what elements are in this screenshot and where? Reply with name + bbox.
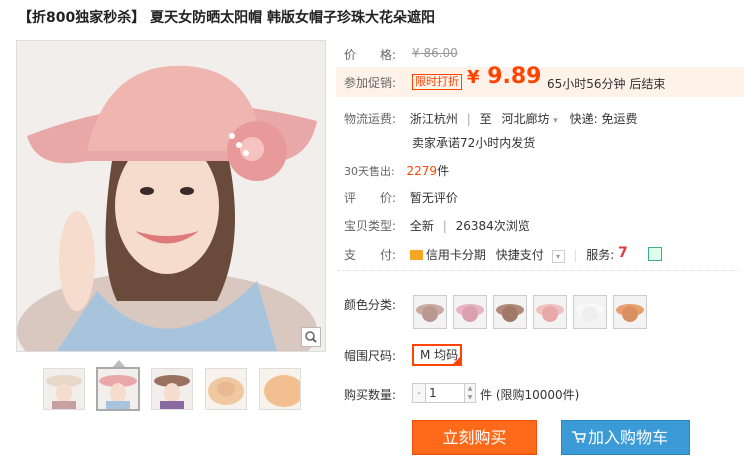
price-label: 价 格: <box>344 48 397 62</box>
credit-card-icon <box>409 250 423 260</box>
selected-check-icon <box>452 356 461 365</box>
payment-row: 支 付: 信用卡分期 快捷支付 ▾ | 服务: <box>344 248 615 263</box>
promo-price: ¥ 9.89 <box>467 64 542 89</box>
thumbnail-1[interactable] <box>43 368 85 410</box>
quantity-input[interactable]: 1 <box>429 384 437 402</box>
promo-tag-badge: 限时打折 <box>412 74 462 90</box>
view-count: 26384次浏览 <box>455 219 530 233</box>
buy-now-button[interactable]: 立刻购买 <box>412 420 537 455</box>
shipping-promise: 卖家承诺72小时内发货 <box>412 136 536 150</box>
condition-value: 全新 <box>409 219 434 233</box>
quantity-decrease-arrow-button[interactable]: ▼ <box>464 393 475 402</box>
shipping-from: 浙江杭州 <box>409 112 458 126</box>
service-label: 服务: <box>586 248 615 262</box>
color-swatch-1[interactable] <box>413 295 447 329</box>
quantity-stepper[interactable]: - 1 ▲ ▼ <box>412 383 476 403</box>
color-swatch-6[interactable] <box>613 295 647 329</box>
shipping-row: 物流运费: 浙江杭州 | 至 河北廊坊 ▾ 快递: 免运费 <box>344 112 638 126</box>
dropdown-arrow-icon[interactable]: ▾ <box>551 250 565 263</box>
thumbnail-5[interactable] <box>259 368 301 410</box>
add-to-cart-button[interactable]: 加入购物车 <box>561 420 690 455</box>
rating-row: 评 价: 暂无评价 <box>344 191 458 205</box>
shipping-to-prefix: 至 <box>479 112 492 126</box>
quantity-decrease-button[interactable]: - <box>413 384 426 402</box>
rating-value[interactable]: 暂无评价 <box>410 191 458 205</box>
product-main-image[interactable] <box>16 40 326 352</box>
shipping-destination-select[interactable]: 河北廊坊 <box>501 112 549 126</box>
product-title: 【折800独家秒杀】 夏天女防晒太阳帽 韩版女帽子珍珠大花朵遮阳 <box>18 10 435 26</box>
sales-unit: 件 <box>437 164 450 178</box>
size-option-selected[interactable]: M 均码 <box>412 344 462 366</box>
color-swatch-3[interactable] <box>493 295 527 329</box>
color-swatch-4[interactable] <box>533 295 567 329</box>
original-price: ¥ 86.00 <box>412 46 458 60</box>
promo-label: 参加促销: <box>344 76 397 90</box>
type-row: 宝贝类型: 全新 | 26384次浏览 <box>344 219 530 233</box>
quantity-label: 购买数量: <box>344 388 397 402</box>
sales-row: 30天售出: 2279件 <box>344 164 450 178</box>
seven-day-return-icon[interactable]: 7 <box>618 245 628 261</box>
chevron-down-icon[interactable]: ▾ <box>553 116 558 126</box>
credit-installment[interactable]: 信用卡分期 <box>409 248 486 262</box>
cart-icon <box>572 431 586 443</box>
thumbnail-2[interactable] <box>96 367 140 411</box>
divider <box>338 270 738 271</box>
thumbnail-3[interactable] <box>151 368 193 410</box>
color-label: 颜色分类: <box>344 298 397 312</box>
quick-pay[interactable]: 快捷支付 <box>496 248 544 262</box>
color-swatch-5[interactable] <box>573 295 607 329</box>
guarantee-icon[interactable] <box>648 247 662 261</box>
quantity-increase-button[interactable]: ▲ <box>464 384 475 393</box>
thumbnail-pointer-icon <box>113 360 125 367</box>
sales-count: 2279 <box>406 164 438 178</box>
zoom-icon[interactable] <box>301 327 321 347</box>
size-label: 帽围尺码: <box>344 349 397 363</box>
shipping-fee: 快递: 免运费 <box>569 112 638 126</box>
color-swatch-2[interactable] <box>453 295 487 329</box>
quantity-limit: 件 (限购10000件) <box>480 388 580 402</box>
thumbnail-4[interactable] <box>205 368 247 410</box>
promo-countdown: 65小时56分钟 后结束 <box>547 77 666 91</box>
